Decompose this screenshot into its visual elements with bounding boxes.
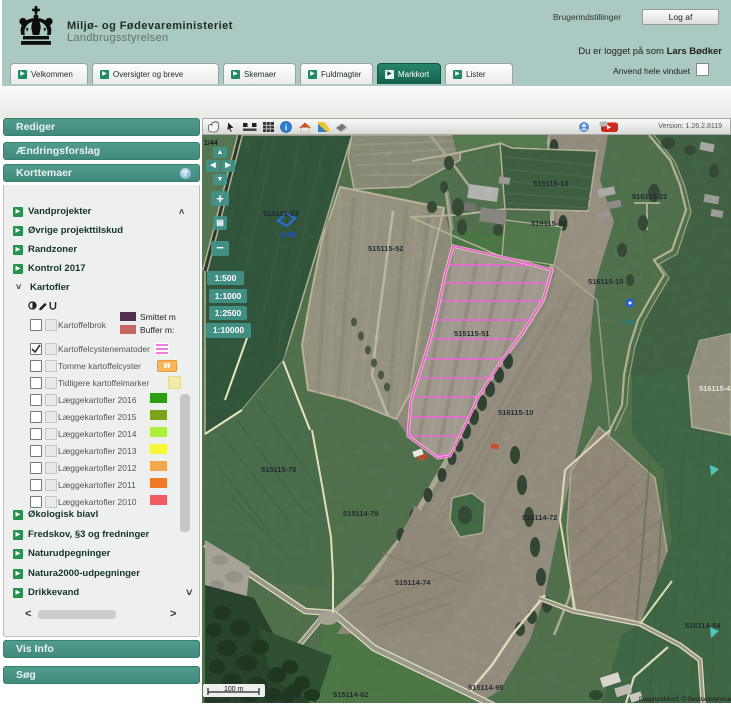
svg-text:516115-4: 516115-4: [699, 384, 731, 393]
svg-text:516115-10: 516115-10: [498, 408, 533, 417]
svg-text:515115-52: 515115-52: [368, 244, 403, 253]
svg-text:516115-02: 516115-02: [531, 219, 566, 228]
svg-text:Baggrundskort: © Geodatastyrel: Baggrundskort: © Geodatastyrelsen: [639, 696, 731, 703]
svg-text:516115-13: 516115-13: [533, 179, 568, 188]
svg-text:515114-72: 515114-72: [522, 513, 557, 522]
svg-text:5161: 5161: [621, 320, 635, 326]
svg-text:515114-74: 515114-74: [395, 578, 431, 587]
svg-text:515115-53: 515115-53: [263, 209, 298, 218]
svg-text:Baggrund: 1: 5000: Baggrund: 1: 5000: [204, 698, 254, 703]
svg-text:1/44: 1/44: [204, 140, 218, 147]
svg-text:515114-62: 515114-62: [333, 690, 368, 699]
svg-text:516115-22: 516115-22: [632, 192, 667, 201]
svg-text:516115-15: 516115-15: [588, 277, 623, 286]
svg-text:100 m: 100 m: [224, 686, 244, 693]
svg-text:515115-51: 515115-51: [454, 329, 489, 338]
svg-text:515114-79: 515114-79: [343, 509, 378, 518]
svg-text:516114-54: 516114-54: [685, 621, 721, 630]
svg-text:BJBL: BJBL: [280, 232, 299, 239]
svg-text:515115-70: 515115-70: [261, 465, 296, 474]
svg-text:515114-95: 515114-95: [468, 683, 503, 692]
